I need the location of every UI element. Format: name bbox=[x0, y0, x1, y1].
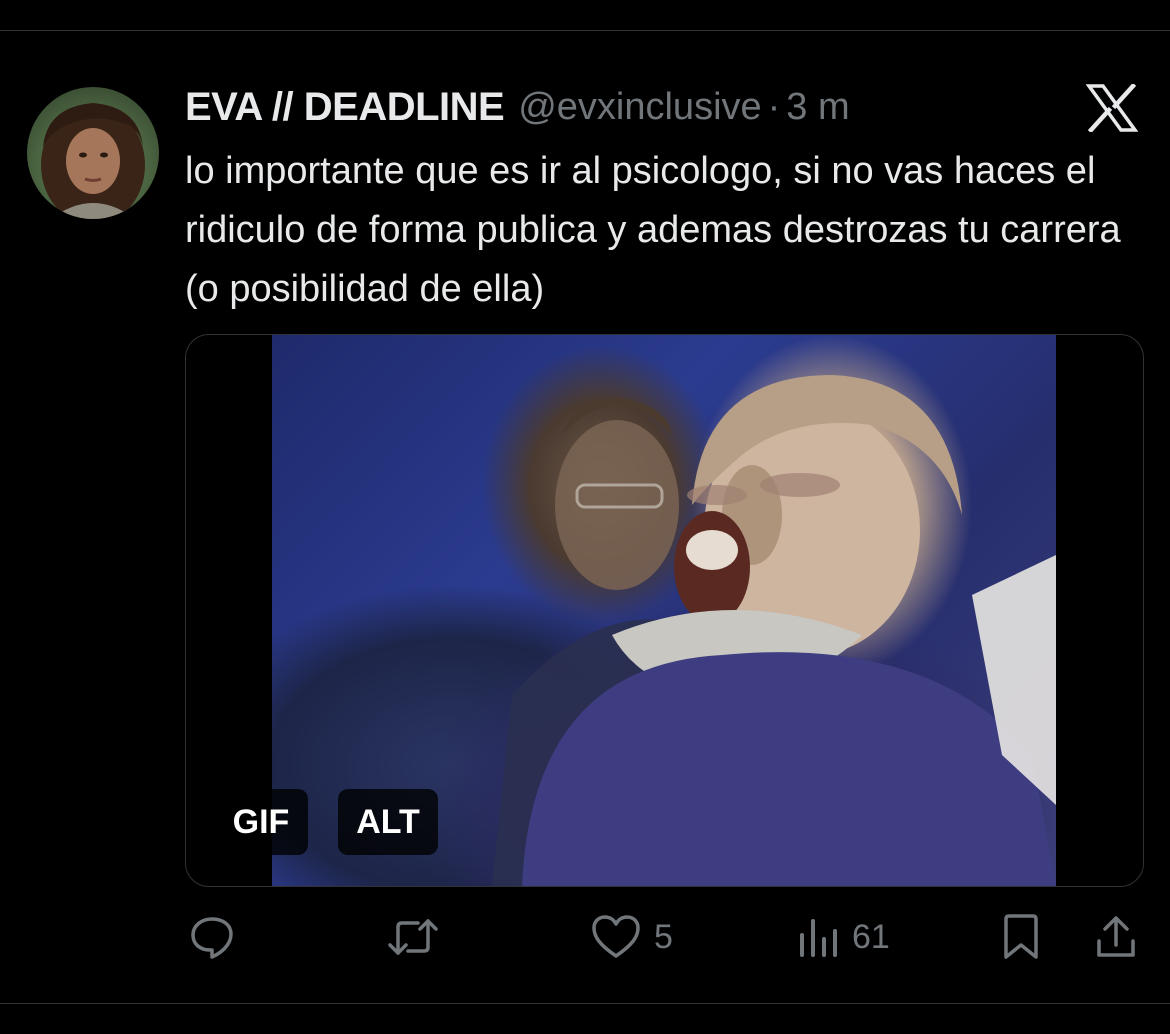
bookmark-icon bbox=[1000, 913, 1042, 961]
author-handle[interactable]: @evxinclusive bbox=[518, 86, 761, 129]
author-name[interactable]: EVA // DEADLINE bbox=[185, 85, 505, 130]
views-button[interactable]: 61 bbox=[798, 912, 890, 962]
retweet-icon bbox=[386, 913, 440, 961]
tweet-media-gif[interactable]: GIF ALT bbox=[185, 334, 1144, 887]
header-separator: · bbox=[767, 85, 781, 128]
bottom-divider bbox=[0, 1003, 1170, 1004]
share-button[interactable] bbox=[1094, 912, 1138, 962]
retweet-button[interactable] bbox=[386, 912, 440, 962]
like-count: 5 bbox=[654, 917, 673, 956]
heart-icon bbox=[590, 913, 642, 961]
timestamp[interactable]: 3 m bbox=[786, 86, 849, 129]
avatar-portrait-icon bbox=[41, 103, 145, 219]
avatar[interactable] bbox=[27, 87, 159, 219]
views-bar-chart-icon bbox=[798, 913, 840, 961]
reply-button[interactable] bbox=[188, 912, 236, 962]
tweet-text: lo importante que es ir al psicologo, si… bbox=[185, 150, 1121, 310]
gif-badge: GIF bbox=[214, 789, 308, 855]
tweet-action-bar: 5 61 bbox=[0, 912, 1170, 962]
views-count: 61 bbox=[852, 917, 890, 956]
top-divider bbox=[0, 30, 1170, 31]
tweet-header: EVA // DEADLINE @evxinclusive · 3 m bbox=[185, 82, 850, 132]
alt-text-button[interactable]: ALT bbox=[338, 789, 438, 855]
bookmark-button[interactable] bbox=[1000, 912, 1042, 962]
share-upload-icon bbox=[1094, 913, 1138, 961]
reply-bubble-icon bbox=[188, 913, 236, 961]
x-logo-icon bbox=[1085, 82, 1139, 134]
like-button[interactable]: 5 bbox=[590, 912, 673, 962]
